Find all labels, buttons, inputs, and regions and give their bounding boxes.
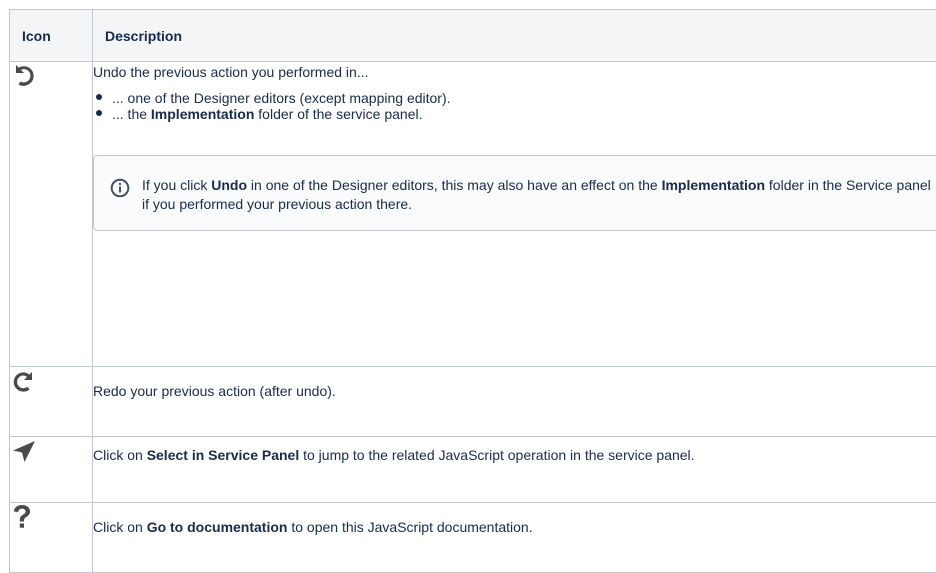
- description-cell: Click on Go to documentation to open thi…: [93, 503, 936, 573]
- icon-cell: [10, 367, 93, 437]
- info-icon: [110, 178, 130, 203]
- question-mark-icon: [10, 503, 92, 531]
- redo-description: Redo your previous action (after undo).: [93, 383, 336, 399]
- icon-cell: [10, 62, 93, 367]
- undo-icon: [10, 62, 92, 88]
- icon-cell: [10, 503, 93, 573]
- description-cell: Redo your previous action (after undo).: [93, 367, 936, 437]
- redo-icon: [10, 367, 92, 395]
- table-header-row: Icon Description: [10, 10, 936, 62]
- table-row-undo: Undo the previous action you performed i…: [10, 62, 936, 367]
- icon-description-table: Icon Description Undo the previous actio…: [9, 9, 936, 573]
- description-cell: Click on Select in Service Panel to jump…: [93, 437, 936, 503]
- icon-cell: [10, 437, 93, 503]
- list-item: ... one of the Designer editors (except …: [112, 90, 936, 106]
- info-panel: If you click Undo in one of the Designer…: [93, 155, 936, 231]
- list-item: ... the Implementation folder of the ser…: [112, 106, 936, 122]
- undo-bullet-list: ... one of the Designer editors (except …: [93, 90, 936, 122]
- header-icon: Icon: [10, 10, 93, 62]
- table-row-go-to-documentation: Click on Go to documentation to open thi…: [10, 503, 936, 573]
- navigate-arrow-icon: [10, 437, 92, 465]
- table-row-redo: Redo your previous action (after undo).: [10, 367, 936, 437]
- undo-intro: Undo the previous action you performed i…: [93, 62, 936, 82]
- table-row-select-in-service-panel: Click on Select in Service Panel to jump…: [10, 437, 936, 503]
- header-description: Description: [93, 10, 936, 62]
- description-cell: Undo the previous action you performed i…: [93, 62, 936, 367]
